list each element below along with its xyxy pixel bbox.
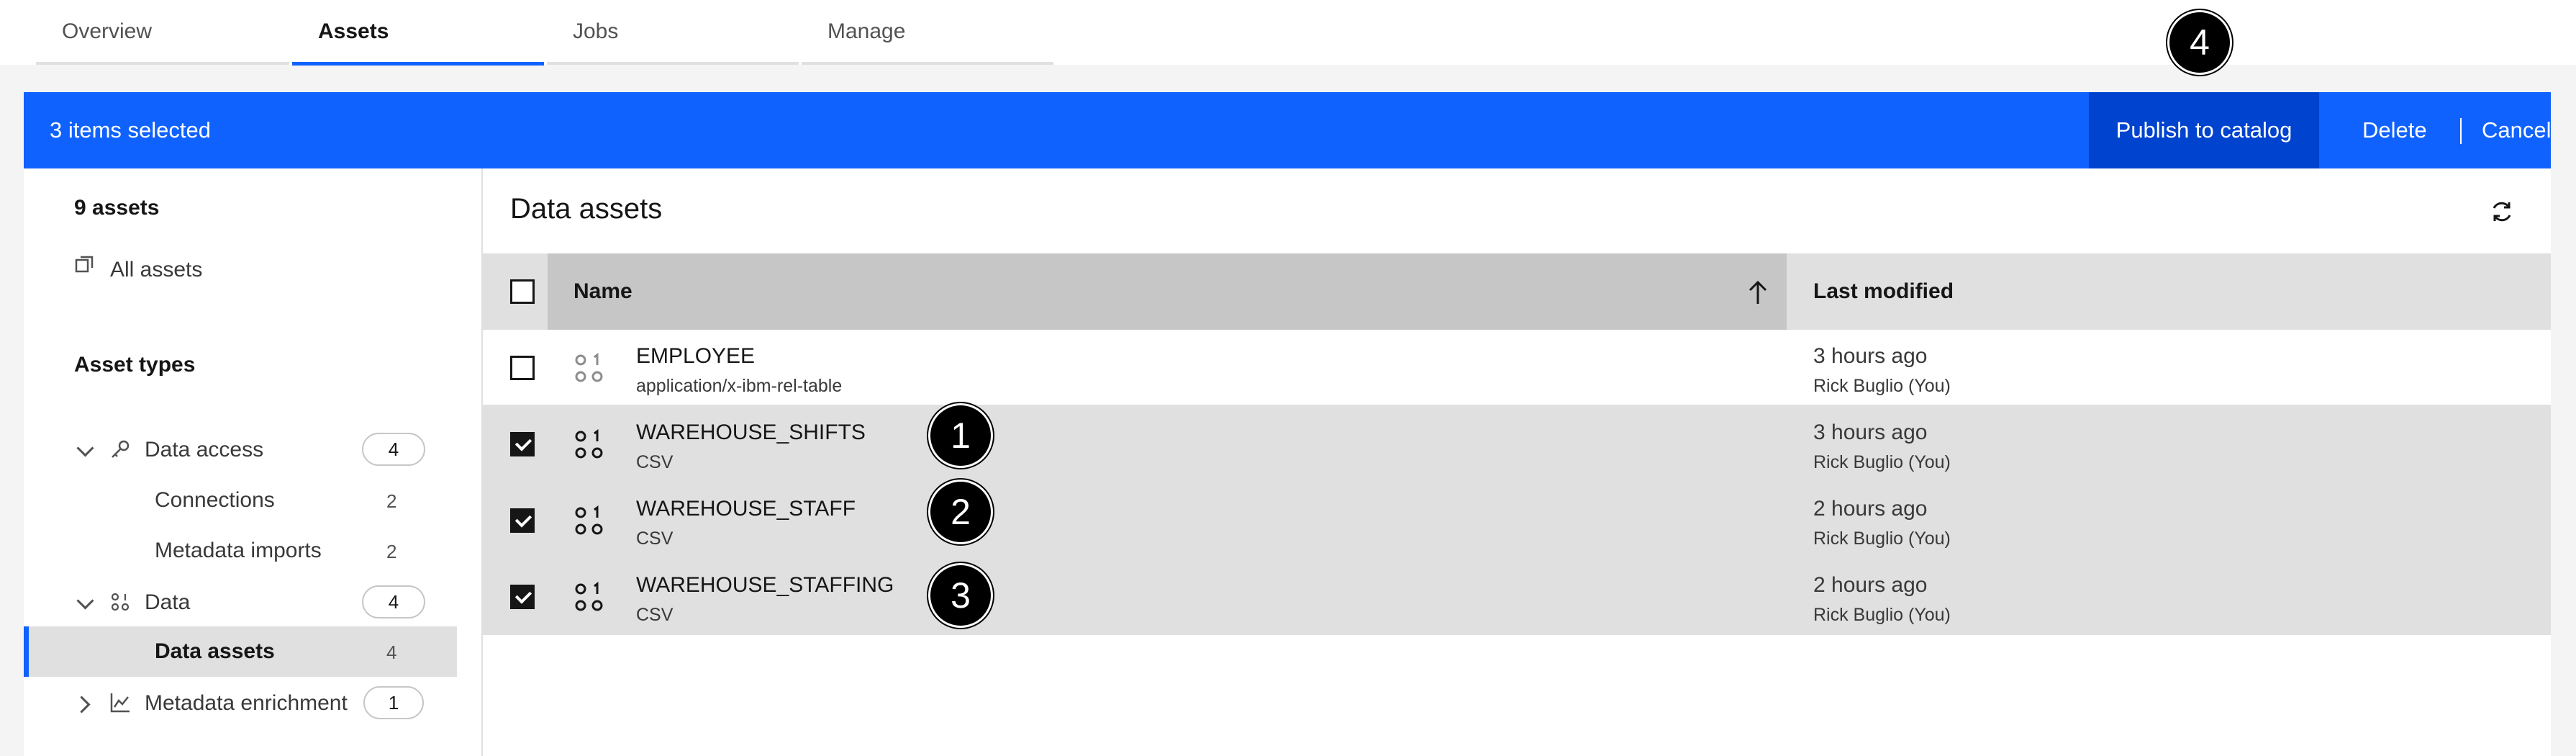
modified-by: Rick Buglio (You) (1813, 528, 1951, 549)
row-checkbox[interactable] (510, 508, 535, 533)
asset-count-title: 9 assets (74, 196, 160, 220)
data-asset-icon (572, 504, 607, 539)
data-assets-count: 4 (386, 642, 397, 663)
name-column-header[interactable]: Name (548, 253, 1787, 330)
callout-4: 4 (2167, 10, 2232, 75)
tab-manage[interactable]: Manage (802, 0, 1053, 65)
data-asset-icon (572, 428, 607, 462)
table-row[interactable]: EMPLOYEE application/x-ibm-rel-table 3 h… (483, 330, 2551, 406)
batch-action-bar: 3 items selected Publish to catalog Dele… (24, 92, 2552, 168)
data-access-count: 4 (362, 433, 425, 466)
asset-name[interactable]: WAREHOUSE_STAFFING (636, 573, 894, 598)
asset-type: application/x-ibm-rel-table (636, 376, 843, 396)
modified-by: Rick Buglio (You) (1813, 376, 1951, 396)
asset-type: CSV (636, 528, 674, 549)
asset-types-heading: Asset types (74, 353, 196, 377)
data-asset-icon (572, 580, 607, 615)
sidebar-item-data-access[interactable]: Data access (145, 438, 263, 462)
data-assets-panel: Data assets Name Last modified EMPLOYEE … (483, 168, 2551, 756)
asset-name[interactable]: EMPLOYEE (636, 344, 755, 369)
callout-1: 1 (928, 403, 993, 468)
data-chevron-down-icon[interactable] (76, 592, 94, 610)
all-assets-link[interactable]: All assets (110, 258, 202, 282)
table-row[interactable]: WAREHOUSE_STAFFING CSV 2 hours ago Rick … (483, 559, 2551, 635)
metadata-imports-count: 2 (386, 541, 397, 562)
row-checkbox[interactable] (510, 432, 535, 456)
sidebar-item-metadata-imports[interactable]: Metadata imports (155, 539, 322, 563)
metadata-enrichment-count: 1 (363, 686, 424, 719)
selected-count-text: 3 items selected (50, 117, 211, 143)
tab-jobs[interactable]: Jobs (547, 0, 799, 65)
data-assets-label: Data assets (155, 639, 275, 663)
data-access-chevron-down-icon[interactable] (76, 439, 94, 457)
refresh-icon[interactable] (2487, 197, 2516, 226)
select-all-checkbox[interactable] (510, 279, 535, 304)
asset-name[interactable]: WAREHOUSE_STAFF (636, 497, 856, 521)
callout-3: 3 (928, 563, 993, 628)
modified-time: 3 hours ago (1813, 344, 1928, 368)
asset-type: CSV (636, 452, 674, 472)
publish-to-catalog-button[interactable]: Publish to catalog (2089, 92, 2319, 168)
modified-by: Rick Buglio (You) (1813, 605, 1951, 625)
sidebar-item-data-assets[interactable]: Data assets 4 (24, 626, 457, 677)
sidebar-item-connections[interactable]: Connections (155, 488, 275, 513)
modified-time: 2 hours ago (1813, 497, 1928, 521)
table-row[interactable]: WAREHOUSE_STAFF CSV 2 hours ago Rick Bug… (483, 482, 2551, 559)
callout-2: 2 (928, 480, 993, 544)
cancel-button[interactable]: Cancel (2482, 92, 2552, 168)
sidebar-item-metadata-enrichment[interactable]: Metadata enrichment (145, 691, 348, 716)
asset-sidebar: 9 assets All assets Asset types Data acc… (24, 168, 481, 756)
data-count: 4 (362, 585, 425, 618)
chart-icon (109, 691, 132, 714)
table-row[interactable]: WAREHOUSE_SHIFTS CSV 3 hours ago Rick Bu… (483, 406, 2551, 482)
metadata-enrichment-chevron-right-icon[interactable] (73, 696, 91, 714)
modified-by: Rick Buglio (You) (1813, 452, 1951, 472)
relational-table-icon (572, 351, 607, 386)
delete-button[interactable]: Delete (2362, 92, 2427, 168)
asset-type: CSV (636, 605, 674, 625)
all-assets-icon (74, 253, 96, 275)
tab-assets[interactable]: Assets (292, 0, 544, 66)
asset-name[interactable]: WAREHOUSE_SHIFTS (636, 420, 866, 445)
connections-count: 2 (386, 490, 397, 512)
sidebar-item-data[interactable]: Data (145, 590, 190, 615)
modified-time: 2 hours ago (1813, 573, 1928, 597)
key-icon (109, 438, 132, 461)
name-header-label: Name (573, 279, 632, 303)
row-checkbox[interactable] (510, 356, 535, 380)
page-title: Data assets (510, 193, 663, 225)
action-separator (2460, 118, 2462, 144)
last-modified-header[interactable]: Last modified (1813, 253, 1954, 330)
sort-ascending-icon[interactable] (1746, 278, 1770, 307)
data-icon (109, 590, 132, 613)
table-header: Name Last modified (483, 253, 2551, 330)
tab-overview[interactable]: Overview (36, 0, 289, 65)
modified-time: 3 hours ago (1813, 420, 1928, 444)
row-checkbox[interactable] (510, 585, 535, 609)
